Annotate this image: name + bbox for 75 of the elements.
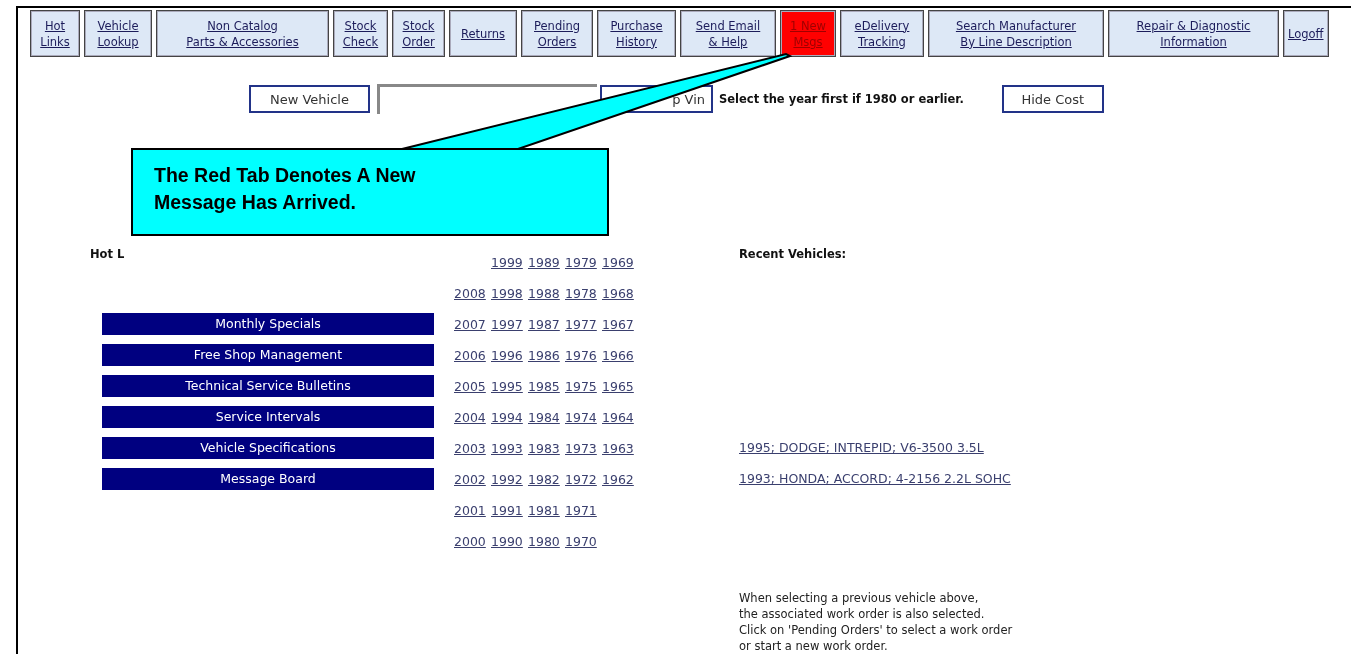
nav-tab[interactable]: Vehicle Lookup <box>84 10 152 57</box>
year-link[interactable]: 1981 <box>528 503 565 518</box>
year-link[interactable]: 2004 <box>454 410 491 425</box>
note-text: When selecting a previous vehicle above, the associated work order is also selected. Click on 'Pending Orders' to select a work order or start a new work order. <box>739 590 1013 654</box>
new-vehicle-button[interactable]: New Vehicle <box>249 85 370 113</box>
year-link[interactable]: 1989 <box>528 255 565 270</box>
year-link[interactable]: 2005 <box>454 379 491 394</box>
recent-vehicle-link[interactable]: 1995; DODGE; INTREPID; V6-3500 3.5L <box>739 437 1011 458</box>
year-link[interactable]: 1979 <box>565 255 602 270</box>
nav-tab[interactable]: Stock Check <box>333 10 388 57</box>
year-link[interactable]: 2007 <box>454 317 491 332</box>
year-link[interactable]: 1974 <box>565 410 602 425</box>
nav-tab[interactable]: Search Manufacturer By Line Description <box>928 10 1104 57</box>
nav-tab[interactable]: Pending Orders <box>521 10 593 57</box>
year-link[interactable]: 1969 <box>602 255 639 270</box>
year-link[interactable]: 1998 <box>491 286 528 301</box>
nav-tab[interactable]: Repair & Diagnostic Information <box>1108 10 1279 57</box>
nav-tab[interactable]: Logoff <box>1283 10 1329 57</box>
year-link[interactable]: 1987 <box>528 317 565 332</box>
year-link[interactable]: 1995 <box>491 379 528 394</box>
nav-tab[interactable]: Send Email & Help <box>680 10 776 57</box>
year-link[interactable]: 1972 <box>565 472 602 487</box>
hot-links-heading: Hot L <box>90 247 125 261</box>
year-link[interactable]: 1970 <box>565 534 602 549</box>
year-link[interactable]: 2001 <box>454 503 491 518</box>
year-link[interactable]: 2002 <box>454 472 491 487</box>
nav-tab[interactable]: Non Catalog Parts & Accessories <box>156 10 329 57</box>
year-link[interactable]: 1971 <box>565 503 602 518</box>
callout: The Red Tab Denotes A New Message Has Arrived. <box>131 148 609 236</box>
hot-link-button[interactable]: Free Shop Management <box>102 344 434 366</box>
hot-link-button[interactable]: Technical Service Bulletins <box>102 375 434 397</box>
year-link[interactable]: 1983 <box>528 441 565 456</box>
year-link[interactable]: 1985 <box>528 379 565 394</box>
year-link[interactable]: 1991 <box>491 503 528 518</box>
year-link[interactable]: 1973 <box>565 441 602 456</box>
nav-tab[interactable]: eDelivery Tracking <box>840 10 924 57</box>
year-link[interactable]: 1996 <box>491 348 528 363</box>
nav-tab[interactable]: Returns <box>449 10 517 57</box>
year-link[interactable]: 1978 <box>565 286 602 301</box>
year-link[interactable]: 1965 <box>602 379 639 394</box>
nav-tab[interactable]: Purchase History <box>597 10 676 57</box>
year-link[interactable]: 1984 <box>528 410 565 425</box>
year-link[interactable]: 1992 <box>491 472 528 487</box>
year-link[interactable]: 1993 <box>491 441 528 456</box>
year-link[interactable]: 1980 <box>528 534 565 549</box>
hot-link-button[interactable]: Message Board <box>102 468 434 490</box>
year-link[interactable]: 1968 <box>602 286 639 301</box>
year-link[interactable]: 1963 <box>602 441 639 456</box>
year-link[interactable]: 2006 <box>454 348 491 363</box>
year-link[interactable]: 1997 <box>491 317 528 332</box>
hot-link-button[interactable]: Service Intervals <box>102 406 434 428</box>
year-link[interactable]: 2003 <box>454 441 491 456</box>
year-link[interactable]: 1962 <box>602 472 639 487</box>
year-link[interactable]: 2008 <box>454 286 491 301</box>
year-link[interactable]: 1999 <box>491 255 528 270</box>
nav-tab[interactable]: Stock Order <box>392 10 445 57</box>
hide-cost-button[interactable]: Hide Cost <box>1001 85 1104 113</box>
hint-text: Select the year first if 1980 or earlier. <box>719 92 964 106</box>
year-link[interactable]: 1990 <box>491 534 528 549</box>
recent-vehicles-heading: Recent Vehicles: <box>739 247 847 261</box>
year-link[interactable]: 1994 <box>491 410 528 425</box>
year-link[interactable]: 1966 <box>602 348 639 363</box>
nav-tab[interactable]: Hot Links <box>30 10 80 57</box>
year-link[interactable]: 1982 <box>528 472 565 487</box>
hot-link-button[interactable]: Vehicle Specifications <box>102 437 434 459</box>
year-link[interactable]: 1988 <box>528 286 565 301</box>
year-link[interactable]: 1976 <box>565 348 602 363</box>
year-link[interactable]: 1964 <box>602 410 639 425</box>
recent-vehicle-link[interactable]: 1993; HONDA; ACCORD; 4-2156 2.2L SOHC <box>739 468 1011 489</box>
year-link[interactable]: 1986 <box>528 348 565 363</box>
year-link[interactable]: 1977 <box>565 317 602 332</box>
year-link[interactable]: 1967 <box>602 317 639 332</box>
year-link[interactable]: 2000 <box>454 534 491 549</box>
hot-link-button[interactable]: Monthly Specials <box>102 313 434 335</box>
year-link[interactable]: 1975 <box>565 379 602 394</box>
